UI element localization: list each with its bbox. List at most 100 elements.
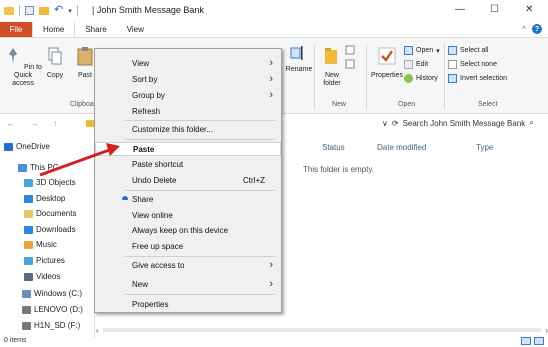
menu-item-label: Paste shortcut [132,160,184,169]
paste-ribbon-label: Past [77,72,92,79]
help-icon[interactable]: ? [532,24,542,34]
menu-item-customize-this-folder[interactable]: Customize this folder... [95,123,281,137]
tab-view[interactable]: View [117,22,154,37]
new-item-icon[interactable] [344,44,358,72]
column-header-status[interactable]: Status [322,143,345,152]
paste-ribbon-button[interactable]: Past [74,46,96,80]
pin-quick-access-button[interactable]: Pin to Quick access [4,46,42,88]
context-menu: View › Sort by › Group by › Refresh Customize t… [94,48,282,313]
menu-item-refresh[interactable]: Refresh [95,105,281,119]
close-button[interactable]: ✕ [525,4,533,15]
menu-item-paste[interactable]: Paste [95,142,281,156]
menu-item-free-up-space[interactable]: Free up space [95,240,281,254]
folder-icon [4,6,14,15]
toolbar-divider [19,5,20,16]
invert-selection-label: Invert selection [460,75,508,82]
scrollbar-track[interactable] [102,328,542,332]
nav-item[interactable]: Music [24,240,57,249]
nav-item[interactable]: 3D Objects [24,178,76,187]
nav-item[interactable]: Pictures [24,256,65,265]
menu-item-label: Paste [133,145,155,154]
menu-item-give-access-to[interactable]: Give access to › [95,259,281,273]
new-folder-button[interactable]: New folder [318,46,346,88]
search-icon[interactable]: ⌕ [529,118,533,128]
nav-item-icon [24,256,33,265]
nav-item[interactable]: This PC [18,163,58,172]
quick-access-toolbar: ↶ ▾ [4,5,78,16]
nav-item[interactable]: Windows (C:) [22,289,82,298]
nav-item[interactable]: Downloads [24,225,76,234]
select-all-button[interactable]: Select all [448,46,488,55]
tab-share[interactable]: Share [75,22,116,37]
nav-item[interactable]: OneDrive [4,142,50,151]
rename-icon [290,46,303,60]
history-icon [404,74,413,83]
menu-item-group-by[interactable]: Group by › [95,89,281,103]
column-header-date-modified[interactable]: Date modified [377,143,426,152]
navigation-pane: OneDrive This PC 3D Objects Desktop Document… [0,138,95,338]
menu-item-label: Free up space [132,242,184,251]
explorer-window: ↶ ▾ | John Smith Message Bank — ☐ ✕ File… [0,0,548,347]
rename-button[interactable]: Rename [284,66,314,74]
maximize-button[interactable]: ☐ [490,4,499,15]
menu-item-properties[interactable]: Properties [95,298,281,312]
chevron-down-icon[interactable]: ∨ [382,119,388,128]
window-title-text: John Smith Message Bank [96,5,204,15]
column-header-type[interactable]: Type [476,143,493,152]
nav-item[interactable]: H1N_SD (F:) [22,321,80,330]
history-button[interactable]: History [404,74,438,83]
menu-item-sort-by[interactable]: Sort by › [95,73,281,87]
ribbon-divider [444,44,445,110]
submenu-arrow-icon: › [269,73,273,85]
tab-file[interactable]: File [0,22,32,37]
nav-item[interactable]: Videos [24,272,60,281]
menu-item-new[interactable]: New › [95,278,281,292]
copy-button[interactable]: Copy [42,46,68,80]
minimize-button[interactable]: — [455,4,465,15]
view-toggle [521,337,544,345]
nav-item[interactable]: Desktop [24,194,65,203]
menu-item-always-keep-on-this-device[interactable]: Always keep on this device [95,224,281,238]
item-count: 0 items [4,337,27,344]
select-group-label: Select [478,101,498,108]
properties-button[interactable]: Properties [368,46,406,80]
horizontal-scrollbar[interactable]: ‹ › [96,326,548,335]
customize-qat-icon[interactable]: ▾ [68,7,72,15]
undo-icon[interactable]: ↶ [54,5,63,16]
ribbon-controls: ^ ? [522,24,542,34]
invert-selection-button[interactable]: Invert selection [448,74,507,83]
menu-item-undo-delete[interactable]: Undo Delete Ctrl+Z [95,174,281,188]
menu-item-share[interactable]: Share [95,193,281,207]
menu-separator [125,190,275,191]
nav-item-label: Desktop [36,194,66,203]
collapse-ribbon-icon[interactable]: ^ [522,25,526,34]
edit-icon [404,60,413,69]
ribbon-divider [314,44,315,110]
new-folder-qat-icon[interactable] [39,6,49,15]
open-button[interactable]: Open ▾ [404,46,440,55]
nav-item[interactable]: Documents [24,209,76,218]
details-view-icon[interactable] [521,337,531,345]
search-input[interactable]: Search John Smith Message Bank [403,119,526,128]
tab-home[interactable]: Home [32,22,76,37]
menu-item-view[interactable]: View › [95,57,281,71]
open-label: Open [416,47,434,54]
toolbar-divider [76,5,78,16]
properties-label: Properties [371,72,403,79]
select-none-button[interactable]: Select none [448,60,497,69]
large-icons-view-icon[interactable] [534,337,544,345]
pin-icon [9,48,18,64]
nav-item-icon [22,305,31,314]
menu-item-view-online[interactable]: View online [95,209,281,223]
refresh-icon[interactable]: ⟳ [392,119,399,128]
navigation-buttons[interactable]: ← → ↑ [6,118,64,128]
scroll-left-icon[interactable]: ‹ [96,326,99,335]
menu-item-paste-shortcut[interactable]: Paste shortcut [95,158,281,172]
edit-button[interactable]: Edit [404,60,428,69]
cloud-icon [122,196,128,200]
nav-item-label: Downloads [36,225,76,234]
properties-qat-icon[interactable] [25,6,34,15]
nav-item[interactable]: LENOVO (D:) [22,305,83,314]
empty-folder-message: This folder is empty. [303,165,374,174]
new-group-label: New [332,101,347,108]
